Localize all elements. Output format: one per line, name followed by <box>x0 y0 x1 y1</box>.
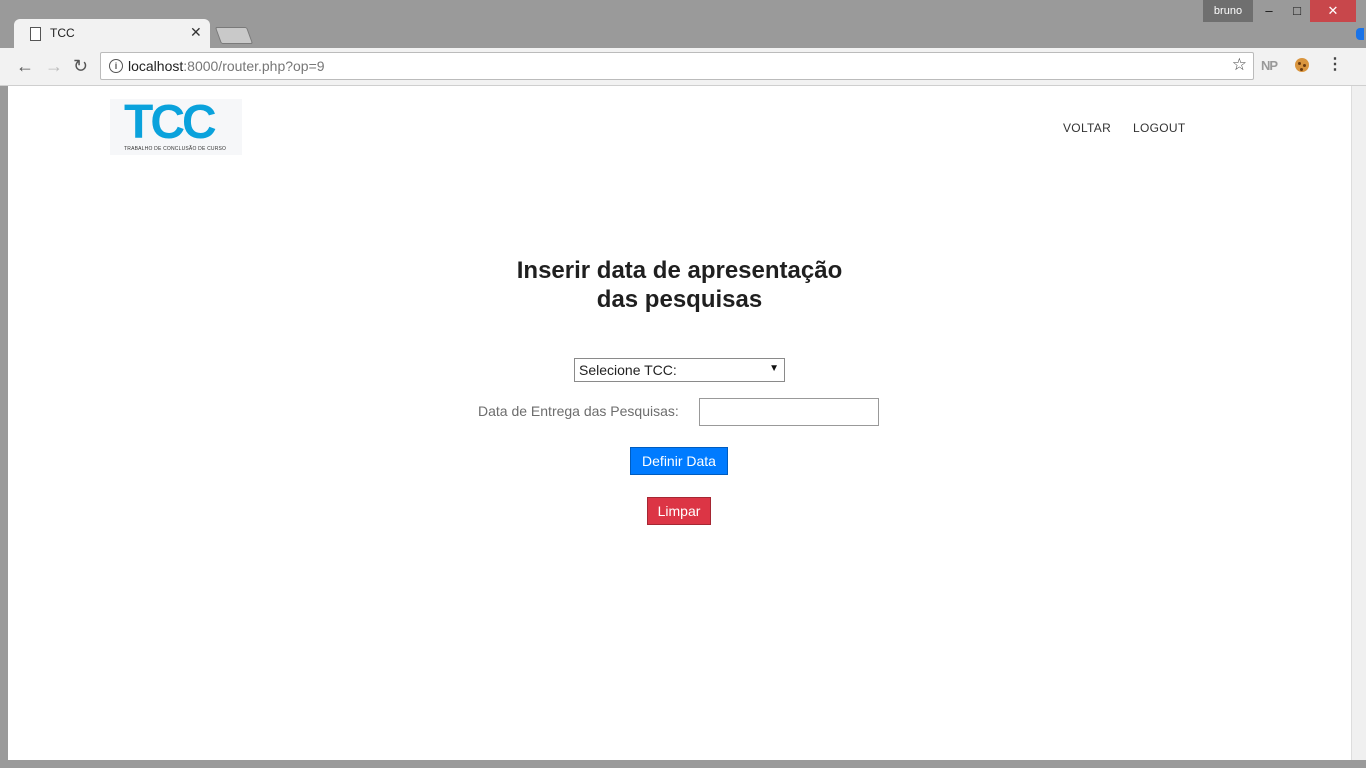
logout-link[interactable]: LOGOUT <box>1133 121 1185 135</box>
back-arrow-icon[interactable]: ← <box>16 56 34 76</box>
window-bottom-border <box>0 760 1366 768</box>
side-indicator <box>1356 28 1364 40</box>
menu-icon[interactable]: ⋮ <box>1327 56 1343 74</box>
tcc-select[interactable]: Selecione TCC: ▼ <box>574 358 785 382</box>
tab-close-icon[interactable]: ✕ <box>190 24 202 41</box>
forward-arrow-icon[interactable]: → <box>45 56 63 76</box>
clear-button[interactable]: Limpar <box>647 497 711 525</box>
page-title-line1: Inserir data de apresentação <box>516 257 843 284</box>
info-icon[interactable]: i <box>109 59 123 73</box>
new-tab-button[interactable] <box>214 27 254 44</box>
logo-text: TCC <box>124 96 217 149</box>
url-text: localhost:8000/router.php?op=9 <box>128 58 325 74</box>
maximize-icon[interactable]: □ <box>1280 0 1314 22</box>
tab-title: TCC <box>50 26 75 40</box>
page-title-line2: das pesquisas <box>596 286 763 313</box>
scrollbar[interactable] <box>1351 86 1366 760</box>
reload-icon[interactable]: ↻ <box>73 56 88 76</box>
date-label: Data de Entrega das Pesquisas: <box>478 403 679 419</box>
browser-toolbar: ← → ↻ i localhost:8000/router.php?op=9 ☆… <box>0 48 1366 86</box>
select-value: Selecione TCC: <box>579 362 677 378</box>
tcc-logo[interactable]: TCC TRABALHO DE CONCLUSÃO DE CURSO <box>110 96 242 155</box>
profile-badge[interactable]: bruno <box>1203 0 1253 22</box>
page-title: Inserir data de apresentação das pesquis… <box>8 256 1351 314</box>
address-bar[interactable]: i localhost:8000/router.php?op=9 ☆ <box>100 52 1254 80</box>
voltar-link[interactable]: VOLTAR <box>1063 121 1111 135</box>
close-window-icon[interactable]: ✕ <box>1310 0 1356 22</box>
np-extension-icon[interactable]: NP <box>1261 58 1278 73</box>
define-date-button[interactable]: Definir Data <box>630 447 728 475</box>
date-input[interactable] <box>699 398 879 426</box>
page-icon <box>30 27 41 41</box>
cookie-extension-icon[interactable] <box>1295 58 1309 72</box>
url-host: localhost <box>128 58 184 74</box>
logo-subtitle: TRABALHO DE CONCLUSÃO DE CURSO <box>124 146 227 152</box>
bookmark-star-icon[interactable]: ☆ <box>1232 55 1247 75</box>
url-path: :8000/router.php?op=9 <box>183 58 325 74</box>
page-content: TCC TRABALHO DE CONCLUSÃO DE CURSO VOLTA… <box>8 86 1351 760</box>
browser-tab[interactable]: TCC ✕ <box>14 19 210 49</box>
chevron-down-icon: ▼ <box>769 363 779 374</box>
